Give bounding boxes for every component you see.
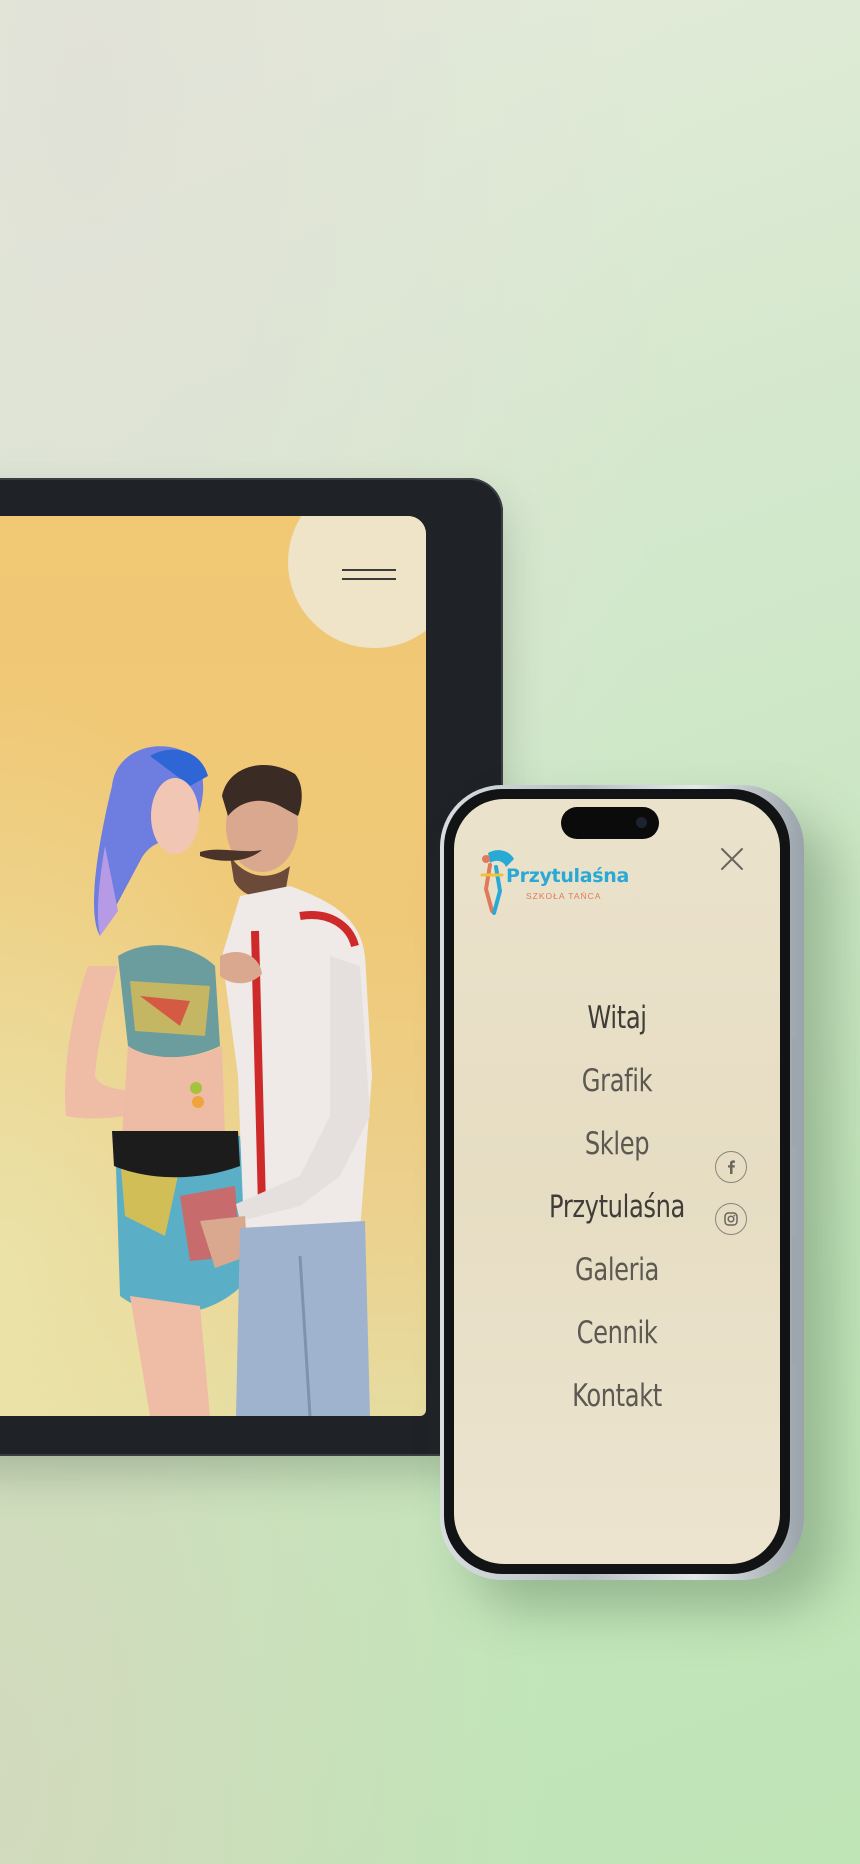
hamburger-menu-icon[interactable] [342, 568, 398, 582]
logo[interactable]: Przytulaśna SZKOŁA TAŃCA [476, 841, 646, 921]
nav-item-sklep[interactable]: Sklep [490, 1113, 744, 1176]
nav-item-przytulasna[interactable]: Przytulaśna [490, 1176, 744, 1239]
nav-item-grafik[interactable]: Grafik [490, 1050, 744, 1113]
phone-side-button [792, 1235, 800, 1365]
tablet-screen [0, 516, 426, 1416]
close-icon[interactable] [718, 845, 746, 873]
nav-item-galeria[interactable]: Galeria [490, 1239, 744, 1302]
phone-bezel: Przytulaśna SZKOŁA TAŃCA Witaj Grafik Sk… [444, 789, 790, 1574]
logo-subtitle: SZKOŁA TAŃCA [526, 891, 602, 901]
nav-item-kontakt[interactable]: Kontakt [490, 1365, 744, 1428]
dynamic-island [561, 807, 659, 839]
phone-device: Przytulaśna SZKOŁA TAŃCA Witaj Grafik Sk… [440, 785, 804, 1580]
nav-item-witaj[interactable]: Witaj [490, 987, 744, 1050]
facebook-icon[interactable] [715, 1151, 747, 1183]
logo-name: Przytulaśna [506, 865, 630, 887]
tablet-device [0, 478, 503, 1456]
couple-photo [64, 746, 372, 1416]
phone-side-button [792, 1037, 800, 1147]
instagram-icon[interactable] [715, 1203, 747, 1235]
dancer-logo-icon [480, 850, 514, 915]
nav-item-cennik[interactable]: Cennik [490, 1302, 744, 1365]
phone-screen: Przytulaśna SZKOŁA TAŃCA Witaj Grafik Sk… [454, 799, 780, 1564]
